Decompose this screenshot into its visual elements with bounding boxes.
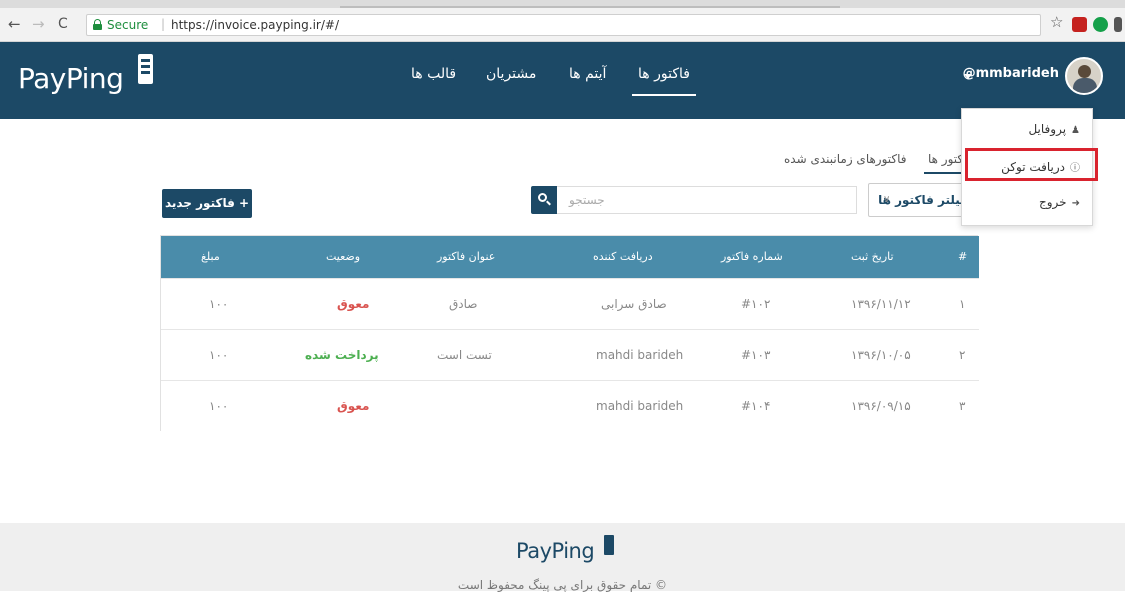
- url-text[interactable]: https://invoice.payping.ir/#/: [171, 18, 339, 32]
- menu-item-logout[interactable]: ➜ خروج: [1039, 195, 1080, 209]
- col-header-title: عنوان فاکتور: [437, 250, 496, 263]
- user-icon: ♟: [1071, 125, 1080, 136]
- table-row[interactable]: ۲ ۱۳۹۶/۱۰/۰۵ #۱۰۳ mahdi barideh تست است …: [161, 329, 979, 380]
- cell-number: ۲: [959, 348, 966, 362]
- col-header-date: تاریخ ثبت: [851, 250, 894, 263]
- footer-logo: PayPing: [516, 539, 595, 563]
- cell-recipient: mahdi barideh: [596, 399, 684, 413]
- cell-date: ۱۳۹۶/۱۰/۰۵: [851, 348, 911, 362]
- nav-invoices[interactable]: فاکتور ها: [632, 66, 696, 96]
- nav-items[interactable]: آیتم ها: [569, 66, 606, 82]
- cell-status: معوق: [337, 399, 370, 413]
- cell-status: معوق: [337, 297, 370, 311]
- invoice-filter-select[interactable]: فیلتر فاکتور ها ∨: [868, 183, 975, 217]
- search-button[interactable]: [531, 186, 557, 214]
- cell-amount: ۱۰۰: [209, 297, 229, 311]
- address-separator: |: [161, 17, 166, 31]
- pocket-extension-icon[interactable]: [1114, 17, 1122, 32]
- col-header-recipient: دریافت کننده: [593, 250, 653, 263]
- col-header-amount: مبلغ: [201, 250, 220, 263]
- cell-recipient: mahdi barideh: [596, 348, 684, 362]
- bookmark-star-icon[interactable]: ☆: [1050, 14, 1063, 30]
- cell-amount: ۱۰۰: [209, 399, 229, 413]
- cell-recipient: صادق سرابی: [601, 297, 667, 311]
- invoices-table: # تاریخ ثبت شماره فاکتور دریافت کننده عن…: [160, 235, 979, 431]
- active-tab-indicator: [924, 172, 964, 174]
- browser-toolbar: ← → C Secure | https://invoice.payping.i…: [0, 0, 1125, 42]
- cell-invoice-number[interactable]: #۱۰۳: [741, 348, 770, 362]
- menu-item-profile-label: پروفایل: [1028, 122, 1067, 136]
- gmail-extension-icon[interactable]: [1072, 17, 1087, 32]
- tab-strip: [0, 0, 1125, 8]
- menu-item-logout-label: خروج: [1039, 195, 1067, 209]
- new-invoice-button[interactable]: + فاکتور جدید: [162, 189, 252, 218]
- cell-status: پرداخت شده: [305, 348, 379, 362]
- table-row[interactable]: ۳ ۱۳۹۶/۰۹/۱۵ #۱۰۴ mahdi barideh معوق ۱۰۰: [161, 380, 979, 431]
- logout-icon: ➜: [1071, 198, 1080, 209]
- cell-number: ۳: [959, 399, 966, 413]
- invoice-filter-label: فیلتر فاکتور ها: [878, 193, 968, 207]
- cell-invoice-number[interactable]: #۱۰۲: [741, 297, 770, 311]
- avatar[interactable]: [1065, 57, 1103, 95]
- cell-date: ۱۳۹۶/۱۱/۱۲: [851, 297, 911, 311]
- chevron-down-icon: ∨: [883, 194, 891, 205]
- tab-scheduled-invoices[interactable]: فاکتورهای زمانبندی شده: [784, 152, 907, 166]
- cell-number: ۱: [959, 297, 966, 311]
- lock-icon: [93, 19, 102, 30]
- nav-templates[interactable]: قالب ها: [411, 66, 456, 82]
- back-button[interactable]: ←: [8, 16, 21, 32]
- col-header-invoice-number: شماره فاکتور: [721, 250, 783, 263]
- page-footer: PayPing © تمام حقوق برای پی پینگ محفوظ ا…: [0, 523, 1125, 592]
- reload-button[interactable]: C: [58, 16, 68, 32]
- cell-amount: ۱۰۰: [209, 348, 229, 362]
- address-bar[interactable]: Secure | https://invoice.payping.ir/#/: [86, 14, 1041, 36]
- logo-badge-icon: [138, 54, 153, 84]
- grammarly-extension-icon[interactable]: [1093, 17, 1108, 32]
- col-header-number: #: [958, 250, 968, 263]
- table-row[interactable]: ۱ ۱۳۹۶/۱۱/۱۲ #۱۰۲ صادق سرابی صادق معوق ۱…: [161, 278, 979, 329]
- user-menu-toggle[interactable]: @mmbarideh: [963, 66, 1059, 81]
- table-header: # تاریخ ثبت شماره فاکتور دریافت کننده عن…: [161, 236, 979, 278]
- cell-title: صادق: [449, 297, 478, 311]
- nav-customers[interactable]: مشتریان: [486, 66, 536, 82]
- cell-date: ۱۳۹۶/۰۹/۱۵: [851, 399, 911, 413]
- menu-item-profile[interactable]: ♟ پروفایل: [1028, 122, 1080, 136]
- search-input[interactable]: جستجو: [557, 186, 857, 214]
- cell-title: تست است: [437, 348, 492, 362]
- payping-logo[interactable]: PayPing: [18, 62, 124, 95]
- forward-button[interactable]: →: [32, 16, 45, 32]
- footer-copyright: © تمام حقوق برای پی پینگ محفوظ است: [457, 578, 668, 592]
- app-header: PayPing قالب ها مشتریان آیتم ها فاکتور ه…: [0, 42, 1125, 119]
- secure-label: Secure: [107, 18, 149, 32]
- cell-invoice-number[interactable]: #۱۰۴: [741, 399, 770, 413]
- footer-logo-badge-icon: [604, 535, 614, 555]
- highlight-box: [965, 148, 1098, 181]
- col-header-status: وضعیت: [326, 250, 361, 263]
